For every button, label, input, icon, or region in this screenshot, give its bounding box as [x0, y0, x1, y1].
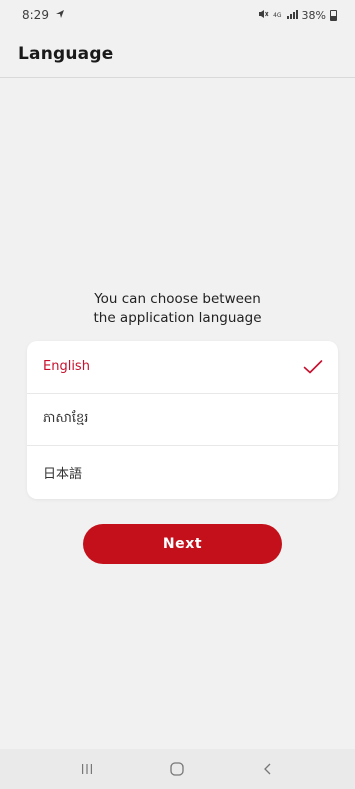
system-nav-bar — [0, 749, 355, 789]
page-title: Language — [18, 43, 114, 64]
check-icon — [302, 358, 324, 376]
language-label: 日本語 — [43, 466, 83, 482]
back-icon[interactable] — [250, 755, 286, 783]
home-icon[interactable] — [159, 755, 195, 783]
status-right: 4G 38% — [258, 9, 337, 22]
language-label: ភាសាខ្មែរ — [43, 410, 89, 426]
battery-icon — [330, 9, 337, 21]
next-button[interactable]: Next — [83, 524, 282, 564]
language-list: English ភាសាខ្មែរ 日本語 — [27, 341, 338, 499]
status-left: 8:29 — [22, 8, 65, 22]
app-header: Language — [0, 30, 355, 78]
navigation-arrow-icon — [55, 8, 65, 22]
prompt-line-2: the application language — [93, 310, 262, 326]
recent-apps-icon[interactable] — [69, 755, 105, 783]
mute-icon — [258, 9, 269, 22]
language-label: English — [43, 359, 90, 375]
network-type: 4G — [273, 11, 282, 19]
battery-percent: 38% — [301, 8, 326, 22]
signal-icon — [286, 9, 298, 22]
language-screen: 8:29 4G 38% Language You can choose betw… — [0, 0, 355, 789]
language-option-japanese[interactable]: 日本語 — [27, 446, 338, 499]
language-option-khmer[interactable]: ភាសាខ្មែរ — [27, 394, 338, 446]
status-bar: 8:29 4G 38% — [0, 0, 355, 30]
prompt-line-1: You can choose between — [94, 291, 261, 307]
language-prompt: You can choose between the application l… — [0, 290, 355, 328]
status-time: 8:29 — [22, 8, 49, 22]
language-option-english[interactable]: English — [27, 341, 338, 394]
